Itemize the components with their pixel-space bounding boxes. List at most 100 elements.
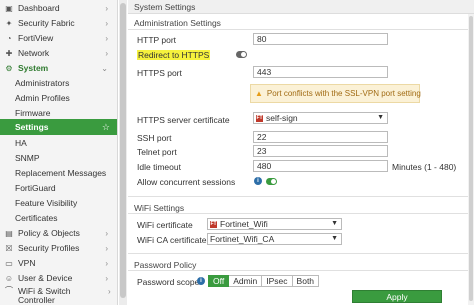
wifi-icon: ⌒ <box>5 286 13 295</box>
password-scope-selector[interactable]: Off Admin IPsec Both <box>208 275 320 287</box>
wifi-ca-cert-value: Fortinet_Wifi_CA <box>210 234 275 244</box>
main-content: System Settings Administration Settings … <box>128 0 474 305</box>
divider <box>128 270 474 271</box>
password-scope-admin[interactable]: Admin <box>229 275 263 287</box>
sidebar-item-label: SNMP <box>15 153 40 163</box>
sidebar-item-network[interactable]: ✚ Network › <box>0 45 117 61</box>
wifi-cert-value: Fortinet_Wifi <box>220 219 268 229</box>
sidebar-item-wifi-switch-controller[interactable]: ⌒ WiFi & Switch Controller <box>0 285 100 305</box>
dashboard-icon: ▣ <box>5 3 13 13</box>
sidebar-item-label: Dashboard <box>18 3 60 13</box>
sidebar-item-label: FortiGuard <box>15 183 56 193</box>
sidebar-item-label: Certificates <box>15 213 58 223</box>
sidebar-item-snmp[interactable]: SNMP <box>0 150 117 166</box>
sidebar-item-label: HA <box>15 138 27 148</box>
section-title-password: Password Policy <box>134 260 197 270</box>
wifi-cert-select[interactable]: FT Fortinet_Wifi ▼ <box>207 218 342 230</box>
sidebar-item-label: User & Device <box>18 273 73 283</box>
https-cert-label: HTTPS server certificate <box>137 115 230 125</box>
warning-text: Port conflicts with the SSL-VPN port set… <box>266 89 421 98</box>
chevron-right-icon: › <box>105 3 108 13</box>
sidebar-item-label: Replacement Messages <box>15 168 107 178</box>
sidebar-item-policy-objects[interactable]: ▤ Policy & Objects › <box>0 225 117 241</box>
telnet-port-label: Telnet port <box>137 147 177 157</box>
sidebar-scrollbar-thumb[interactable] <box>120 3 126 298</box>
sidebar-item-label: VPN <box>18 258 36 268</box>
idle-timeout-label: Idle timeout <box>137 162 181 172</box>
redirect-https-toggle[interactable] <box>236 51 247 58</box>
content-scrollbar-thumb[interactable] <box>469 16 473 301</box>
sidebar-item-label: WiFi & Switch Controller <box>18 286 71 305</box>
chevron-down-icon: ▼ <box>377 114 384 121</box>
chevron-right-icon: › <box>105 243 108 253</box>
sidebar-item-certificates[interactable]: Certificates <box>0 210 117 226</box>
port-conflict-warning: ▲ Port conflicts with the SSL-VPN port s… <box>250 84 421 103</box>
ssh-port-input[interactable] <box>253 131 388 143</box>
sidebar-item-fortiguard[interactable]: FortiGuard <box>0 180 117 196</box>
ssh-port-label: SSH port <box>137 133 172 143</box>
chevron-right-icon: › <box>105 258 108 268</box>
certificate-icon: FT <box>256 114 263 122</box>
info-icon[interactable]: i <box>254 177 262 185</box>
certificate-icon: FT <box>210 220 217 228</box>
chevron-right-icon: › <box>108 287 111 296</box>
password-scope-ipsec[interactable]: IPsec <box>262 275 293 287</box>
chevron-right-icon: › <box>105 228 108 238</box>
sidebar-item-administrators[interactable]: Administrators <box>0 75 117 91</box>
sidebar-item-user-device[interactable]: ☺ User & Device › <box>0 270 117 286</box>
sidebar-item-admin-profiles[interactable]: Admin Profiles <box>0 90 117 106</box>
password-scope-both[interactable]: Both <box>292 275 320 287</box>
security-fabric-icon: ✦ <box>5 18 13 28</box>
sidebar-item-label: Admin Profiles <box>15 93 70 103</box>
sidebar-item-vpn[interactable]: ▭ VPN › <box>0 255 117 271</box>
idle-timeout-input[interactable] <box>253 160 388 172</box>
chevron-right-icon: › <box>105 273 108 283</box>
sidebar-item-fortiview[interactable]: ◔ FortiView › <box>0 30 117 46</box>
http-port-label: HTTP port <box>137 35 177 45</box>
sidebar-item-label: Firmware <box>15 108 51 118</box>
sidebar-item-label: Policy & Objects <box>18 228 80 238</box>
sidebar-item-label: System <box>18 63 49 73</box>
chevron-down-icon: ▼ <box>331 220 338 227</box>
info-icon[interactable]: i <box>197 277 205 285</box>
https-port-input[interactable] <box>253 66 388 78</box>
gear-icon: ⚙ <box>5 63 13 73</box>
sidebar-item-label: Security Profiles <box>18 243 80 253</box>
warning-icon: ▲ <box>255 89 263 98</box>
sidebar-item-security-profiles[interactable]: ☒ Security Profiles › <box>0 240 117 256</box>
wifi-ca-cert-select[interactable]: Fortinet_Wifi_CA ▼ <box>207 233 342 245</box>
idle-timeout-suffix: Minutes (1 - 480) <box>392 162 457 172</box>
sidebar-item-replacement-messages[interactable]: Replacement Messages <box>0 165 117 181</box>
sidebar-item-system[interactable]: ⚙ System ⌄ <box>0 60 117 76</box>
vpn-icon: ▭ <box>5 258 13 268</box>
sidebar-item-feature-visibility[interactable]: Feature Visibility <box>0 195 117 211</box>
sidebar-item-label: Administrators <box>15 78 70 88</box>
user-icon: ☺ <box>4 273 14 283</box>
chevron-down-icon: ⌄ <box>101 63 108 73</box>
star-icon[interactable]: ☆ <box>102 122 110 133</box>
sidebar-item-ha[interactable]: HA <box>0 135 117 151</box>
https-cert-select[interactable]: FT self-sign ▼ <box>253 112 388 124</box>
divider <box>128 29 474 30</box>
sidebar-item-settings[interactable]: Settings ☆ <box>0 119 117 135</box>
http-port-input[interactable] <box>253 33 388 45</box>
telnet-port-input[interactable] <box>253 145 388 157</box>
chevron-right-icon: › <box>105 48 108 58</box>
network-icon: ✚ <box>5 48 13 58</box>
policy-icon: ▤ <box>5 228 13 238</box>
chevron-right-icon: › <box>105 18 108 28</box>
sidebar-item-dashboard[interactable]: ▣ Dashboard › <box>0 0 117 16</box>
concurrent-sessions-toggle[interactable] <box>266 178 277 185</box>
sidebar-item-security-fabric[interactable]: ✦ Security Fabric › <box>0 15 117 31</box>
sidebar-item-label: Feature Visibility <box>15 198 78 208</box>
lock-icon: ☒ <box>5 243 13 253</box>
chevron-down-icon: ▼ <box>331 235 338 242</box>
fortiview-icon: ◔ <box>6 33 12 43</box>
password-scope-label: Password scope <box>137 277 200 287</box>
redirect-https-label: Redirect to HTTPS <box>137 50 211 60</box>
divider <box>128 196 474 197</box>
sidebar-item-label: Network <box>18 48 50 58</box>
section-title-wifi: WiFi Settings <box>134 203 185 213</box>
password-scope-off[interactable]: Off <box>208 275 230 287</box>
apply-button[interactable]: Apply <box>352 290 442 303</box>
